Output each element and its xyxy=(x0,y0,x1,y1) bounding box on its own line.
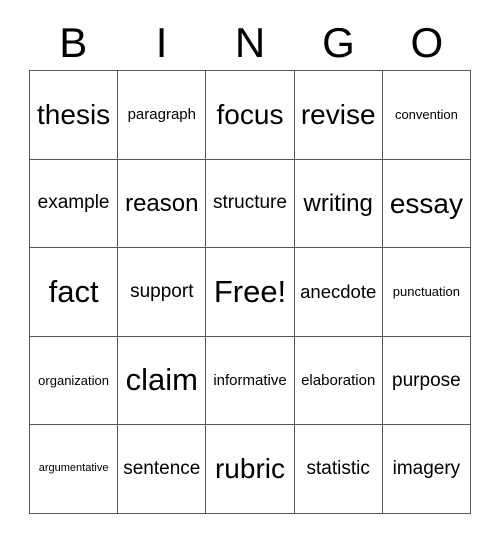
bingo-cell-label: rubric xyxy=(214,453,285,485)
bingo-header: B I N G O xyxy=(29,16,471,70)
bingo-cell-label: sentence xyxy=(123,458,201,480)
bingo-cell-label: purpose xyxy=(392,369,461,391)
bingo-cell-b4[interactable]: organization xyxy=(30,336,119,426)
bingo-cell-label: elaboration xyxy=(301,371,376,389)
bingo-cell-i2[interactable]: reason xyxy=(118,159,207,249)
bingo-cell-b1[interactable]: thesis xyxy=(30,71,119,160)
bingo-cell-label: structure xyxy=(213,192,287,214)
bingo-cell-label: statistic xyxy=(306,458,370,480)
bingo-cell-n2[interactable]: structure xyxy=(206,159,295,249)
bingo-cell-label: paragraph xyxy=(127,105,196,123)
bingo-cell-b3[interactable]: fact xyxy=(30,248,119,337)
bingo-cell-o2[interactable]: essay xyxy=(382,159,471,249)
bingo-cell-g2[interactable]: writing xyxy=(294,159,383,249)
bingo-cell-label: anecdote xyxy=(300,281,377,303)
bingo-cell-label: essay xyxy=(389,187,463,219)
bingo-cell-label: revise xyxy=(300,99,376,131)
bingo-cell-label: example xyxy=(37,192,110,214)
bingo-cell-b2[interactable]: example xyxy=(30,159,119,249)
bingo-cell-label: imagery xyxy=(392,458,461,480)
bingo-cell-o3[interactable]: punctuation xyxy=(382,248,471,337)
bingo-cell-o4[interactable]: purpose xyxy=(382,336,471,426)
bingo-cell-i5[interactable]: sentence xyxy=(118,425,207,514)
bingo-cell-label: thesis xyxy=(37,99,111,131)
bingo-header-letter-i: I xyxy=(155,19,168,66)
bingo-cell-o1[interactable]: convention xyxy=(382,71,471,160)
bingo-cell-label: claim xyxy=(125,362,198,398)
bingo-cell-g4[interactable]: elaboration xyxy=(294,336,383,426)
bingo-cell-i4[interactable]: claim xyxy=(118,336,207,426)
bingo-cell-label: support xyxy=(130,281,194,303)
bingo-grid: thesis paragraph focus revise convention… xyxy=(29,70,471,514)
bingo-free-space-label: Free! xyxy=(213,273,287,309)
bingo-cell-label: reason xyxy=(125,189,199,217)
bingo-cell-label: fact xyxy=(48,273,99,309)
bingo-cell-n5[interactable]: rubric xyxy=(206,425,295,514)
bingo-cell-n4[interactable]: informative xyxy=(206,336,295,426)
bingo-cell-g3[interactable]: anecdote xyxy=(294,248,383,337)
bingo-header-letter-n: N xyxy=(234,19,266,66)
bingo-cell-n1[interactable]: focus xyxy=(206,71,295,160)
bingo-header-letter-g: G xyxy=(322,19,355,66)
bingo-cell-i3[interactable]: support xyxy=(118,248,207,337)
bingo-cell-o5[interactable]: imagery xyxy=(382,425,471,514)
bingo-cell-label: informative xyxy=(213,371,287,389)
bingo-card: B I N G O thesis paragraph focus revise … xyxy=(0,0,500,544)
bingo-cell-label: writing xyxy=(303,189,373,217)
bingo-cell-label: punctuation xyxy=(392,284,460,300)
bingo-cell-i1[interactable]: paragraph xyxy=(118,71,207,160)
bingo-header-letter-o: O xyxy=(410,19,444,66)
bingo-cell-g5[interactable]: statistic xyxy=(294,425,383,514)
bingo-cell-b5[interactable]: argumentative xyxy=(30,425,119,514)
bingo-cell-label: argumentative xyxy=(38,462,109,475)
bingo-cell-label: organization xyxy=(38,372,109,388)
bingo-cell-g1[interactable]: revise xyxy=(294,71,383,160)
bingo-cell-label: convention xyxy=(394,106,458,122)
bingo-header-letter-b: B xyxy=(59,19,88,66)
bingo-cell-label: focus xyxy=(216,99,284,131)
bingo-cell-free-space[interactable]: Free! xyxy=(206,248,295,337)
